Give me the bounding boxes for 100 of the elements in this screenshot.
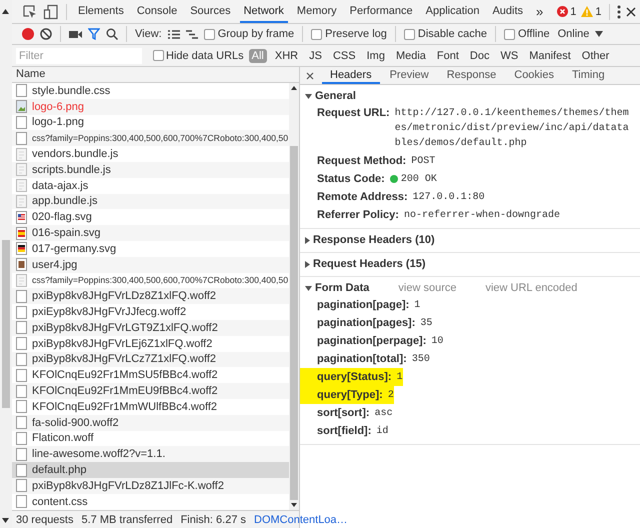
request-row[interactable]: pxiByp8kv8JHgFVrLCz7Z1xlFQ.woff2 <box>12 352 289 368</box>
checkbox[interactable] <box>311 28 322 40</box>
panel-tab[interactable]: Sources <box>186 0 235 23</box>
request-row[interactable]: Flaticon.woff <box>12 430 289 446</box>
type-filter[interactable]: XHR <box>272 48 302 62</box>
detail-tab[interactable]: Timing <box>564 67 613 84</box>
detail-tab[interactable]: Preview <box>382 67 437 84</box>
checkbox[interactable] <box>153 50 164 61</box>
request-row[interactable]: scripts.bundle.js <box>12 162 289 178</box>
column-header[interactable]: Name <box>12 67 299 83</box>
domcontentloaded-time[interactable]: DOMContentLoa… <box>254 514 348 526</box>
caret-icon[interactable] <box>595 31 604 37</box>
scroll-bar[interactable] <box>0 0 12 528</box>
checkbox[interactable] <box>204 28 215 40</box>
request-row[interactable]: pxiByp8kv8JHgFVrLDz8Z1JlFc-K.woff2 <box>12 478 289 494</box>
clear-icon[interactable] <box>40 28 52 40</box>
request-row[interactable]: KFOlCnqEu92Fr1MmEU9fBBc4.woff2 <box>12 383 289 399</box>
request-row[interactable]: logo-6.png <box>12 98 289 115</box>
close-icon[interactable] <box>626 6 636 16</box>
scroll-thumb[interactable] <box>290 146 298 500</box>
section-title[interactable]: Form Data <box>315 282 370 294</box>
scroll-bar[interactable] <box>289 83 299 510</box>
scroll-down-icon[interactable] <box>2 518 9 523</box>
checkbox-label[interactable]: Preserve log <box>325 28 387 40</box>
request-row[interactable]: content.css <box>12 494 289 510</box>
search-icon[interactable] <box>106 28 118 40</box>
error-icon[interactable] <box>557 6 568 17</box>
request-row[interactable]: 017-germany.svg <box>12 240 289 257</box>
waterfall-view-icon[interactable] <box>186 30 198 38</box>
view-link[interactable]: view source <box>398 282 456 294</box>
throttling-dropdown[interactable]: Online <box>558 28 590 40</box>
checkbox-label[interactable]: Offline <box>518 28 550 40</box>
request-row[interactable]: pxiByp8kv8JHgFVrLGT9Z1xlFQ.woff2 <box>12 320 289 336</box>
type-filter[interactable]: Font <box>434 48 462 62</box>
error-count[interactable]: 1 <box>570 6 576 18</box>
list-view-icon[interactable] <box>168 30 180 38</box>
close-icon[interactable] <box>306 72 314 80</box>
scroll-up-icon[interactable] <box>2 9 9 14</box>
panel-tab[interactable]: Memory <box>292 0 341 23</box>
checkbox[interactable] <box>404 28 415 40</box>
request-row[interactable]: app.bundle.js <box>12 194 289 210</box>
detail-tab[interactable]: Headers <box>322 67 380 84</box>
type-filter[interactable]: WS <box>497 48 522 62</box>
request-row[interactable]: pxiByp8kv8JHgFVrLEj6Z1xlFQ.woff2 <box>12 336 289 352</box>
scroll-up-icon[interactable] <box>291 86 297 90</box>
file-icon <box>16 274 27 287</box>
request-row[interactable]: fa-solid-900.woff2 <box>12 414 289 431</box>
section-title[interactable]: Request Headers (15) <box>313 258 426 270</box>
request-row[interactable]: 016-spain.svg <box>12 225 289 241</box>
request-row[interactable]: default.php <box>12 462 289 478</box>
device-icon[interactable] <box>43 4 59 20</box>
type-filter[interactable]: Doc <box>466 48 492 62</box>
type-filter[interactable]: Other <box>578 48 612 62</box>
type-filter[interactable]: JS <box>306 48 325 62</box>
request-row[interactable]: style.bundle.css <box>12 83 289 99</box>
panel-tab[interactable]: Console <box>132 0 182 23</box>
section-title[interactable]: Response Headers (10) <box>313 234 435 246</box>
checkbox-label[interactable]: Group by frame <box>218 28 294 40</box>
expanded-triangle-icon[interactable] <box>305 286 312 290</box>
request-row[interactable]: KFOlCnqEu92Fr1MmSU5fBBc4.woff2 <box>12 367 289 384</box>
scroll-thumb[interactable] <box>2 240 10 408</box>
filter-icon[interactable] <box>88 28 100 40</box>
request-row[interactable]: 020-flag.svg <box>12 209 289 226</box>
request-row[interactable]: vendors.bundle.js <box>12 146 289 162</box>
more-tabs-button[interactable]: » <box>532 4 548 19</box>
type-filter[interactable]: Manifest <box>526 48 574 62</box>
request-row[interactable]: css?family=Poppins:300,400,500,600,700%7CRoboto:300,400,50 <box>12 130 289 146</box>
request-row[interactable]: css?family=Poppins:300,400,500,600,700%7CRoboto:300,400,50 <box>12 272 289 288</box>
filter-field[interactable]: Filter <box>16 48 142 64</box>
collapsed-triangle-icon[interactable] <box>305 236 310 244</box>
checkbox-label[interactable]: Disable cache <box>418 28 487 40</box>
view-link[interactable]: view URL encoded <box>485 282 578 294</box>
detail-tab[interactable]: Response <box>438 67 504 84</box>
warning-count[interactable]: 1 <box>595 6 602 18</box>
request-row[interactable]: user4.jpg <box>12 256 289 273</box>
inspect-icon[interactable] <box>22 4 38 20</box>
detail-tab[interactable]: Cookies <box>506 67 562 84</box>
type-filter[interactable]: CSS <box>330 48 359 62</box>
request-row[interactable]: KFOlCnqEu92Fr1MmWUlfBBc4.woff2 <box>12 398 289 415</box>
type-filter[interactable]: Img <box>364 48 388 62</box>
kebab-menu-icon[interactable] <box>616 4 621 18</box>
image-icon <box>16 100 27 114</box>
checkbox[interactable] <box>504 28 515 40</box>
request-row[interactable]: pxiByp8kv8JHgFVrLDz8Z1xlFQ.woff2 <box>12 288 289 304</box>
scroll-down-icon[interactable] <box>291 503 297 507</box>
panel-tab[interactable]: Application <box>422 0 484 23</box>
type-filter[interactable]: Media <box>392 48 429 62</box>
request-row[interactable]: pxiEyp8kv8JHgFVrJJfecg.woff2 <box>12 304 289 320</box>
panel-tab[interactable]: Performance <box>346 0 417 23</box>
panel-tab[interactable]: Audits <box>488 0 528 23</box>
video-camera-icon[interactable] <box>69 30 82 38</box>
panel-tab[interactable]: Elements <box>74 0 128 23</box>
record-icon[interactable] <box>22 28 34 40</box>
collapsed-triangle-icon[interactable] <box>305 260 310 268</box>
request-row[interactable]: line-awesome.woff2?v=1.1. <box>12 446 289 462</box>
expanded-triangle-icon[interactable] <box>305 94 312 98</box>
request-row[interactable]: data-ajax.js <box>12 178 289 194</box>
checkbox-label[interactable]: Hide data URLs <box>166 50 244 62</box>
request-row[interactable]: logo-1.png <box>12 114 289 130</box>
section-title[interactable]: General <box>315 90 356 102</box>
